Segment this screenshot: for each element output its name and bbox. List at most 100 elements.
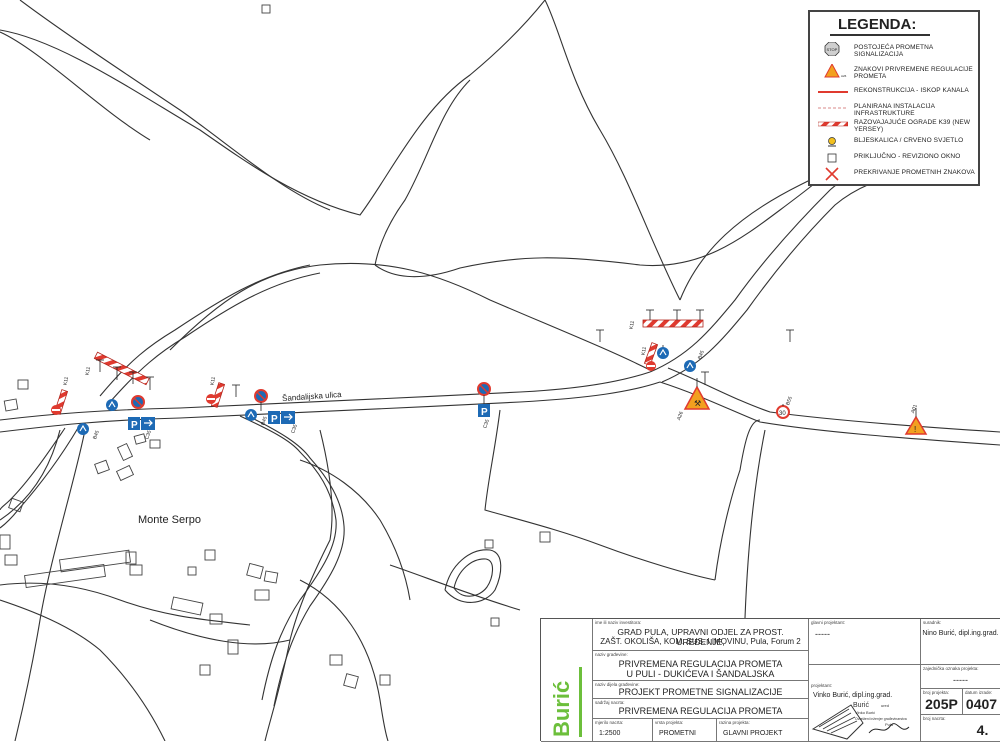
- investor-cell: ime ili naziv investitora: GRAD PULA, UP…: [593, 619, 809, 651]
- mandatory-direction-sign-icon: [657, 347, 669, 359]
- svg-text:Vinko Burić: Vinko Burić: [855, 710, 875, 715]
- scale-cell: mjerilo nacrta: 1:2500: [593, 719, 653, 742]
- no-entry-sign-icon: [51, 405, 61, 415]
- legend-item-label: PLANIRANA INSTALACIJA INFRASTRUKTURE: [854, 103, 935, 117]
- svg-text:A26: A26: [841, 74, 847, 78]
- stop-sign-icon: STOP: [824, 42, 840, 56]
- company-logo-cell: Burić: [541, 619, 593, 742]
- building-line-1: PRIVREMENA REGULACIJA PROMETA: [618, 659, 783, 669]
- date-value: 0407: [965, 696, 998, 712]
- project-level-caption: razina projekta:: [719, 720, 750, 725]
- svg-text:Burić: Burić: [853, 702, 869, 709]
- sheet-content-cell: sadržaj nacrta: PRIVREMENA REGULACIJA PR…: [593, 699, 809, 719]
- no-entry-sign-icon: [646, 361, 656, 371]
- svg-text:P: P: [481, 407, 488, 418]
- svg-text:Ovlašteni inženjer građevinars: Ovlašteni inženjer građevinarstva: [855, 717, 907, 721]
- no-stopping-sign-icon: [131, 395, 145, 409]
- legend-item-label: PRIKLJUČNO - REVIZIONO OKNO: [854, 153, 961, 160]
- roadwork-warning-sign-icon: ⚒: [683, 385, 711, 410]
- legend-item: REKONSTRUKCIJA - ISKOP KANALA: [814, 85, 978, 99]
- legend-item-label: REKONSTRUKCIJA - ISKOP KANALA: [854, 87, 969, 94]
- date-caption: datum izrade:: [965, 690, 993, 695]
- direction-signs: [77, 347, 696, 435]
- mandatory-direction-sign-icon: [684, 360, 696, 372]
- project-type-caption: vrsta projekta:: [655, 720, 684, 725]
- legend-title: LEGENDA:: [838, 16, 917, 33]
- legend-item: PREKRIVANJE PROMETNIH ZNAKOVA: [814, 167, 978, 181]
- chief-designer-cell: glavni projektant: -----: [809, 619, 921, 665]
- roadwork-warning-icon: A26: [824, 64, 847, 78]
- svg-text:ured: ured: [881, 703, 889, 708]
- project-part-cell: naziv dijela građevine: PROJEKT PROMETNE…: [593, 681, 809, 699]
- barrier-dashes: [818, 121, 848, 127]
- designer-caption: projektant:: [811, 683, 833, 688]
- no-stopping-sign-icon: [477, 382, 491, 396]
- sign-posts: [260, 345, 917, 417]
- title-block: Burić ime ili naziv investitora: GRAD PU…: [540, 618, 1000, 742]
- legend-item: STOP POSTOJEĆA PROMETNA SIGNALIZACIJA: [814, 42, 978, 58]
- associate-value: Nino Burić, dipl.ing.grad.: [922, 630, 999, 637]
- buildings: [0, 4, 551, 689]
- svg-text:STOP: STOP: [827, 47, 838, 52]
- sheet-number-cell: broj nacrta: 4.: [921, 715, 1000, 742]
- approval-cell: zajednička oznaka projekta: -----: [921, 665, 1000, 689]
- legend-item: RAZOVAJAJUĆE OGRADE K39 (NEW YERSEY): [814, 117, 978, 133]
- building-cell: naziv građevine: PRIVREMENA REGULACIJA P…: [593, 651, 809, 681]
- project-number-cell: broj projekta: 205P: [921, 689, 963, 715]
- project-type-cell: vrsta projekta: PROMETNI: [653, 719, 717, 742]
- parking-arrow-sign-icon: [141, 417, 155, 430]
- svg-text:Burić: Burić: [549, 681, 574, 737]
- legend-item: PLANIRANA INSTALACIJA INFRASTRUKTURE: [814, 101, 978, 117]
- svg-text:!: !: [914, 425, 916, 434]
- date-cell: datum izrade: 0407: [963, 689, 1000, 715]
- mandatory-direction-sign-icon: [106, 399, 118, 411]
- project-level-value: GLAVNI PROJEKT: [723, 730, 783, 737]
- svg-text:P: P: [271, 414, 278, 425]
- parking-sign-icon: P: [478, 404, 490, 418]
- project-number-value: 205P: [925, 696, 958, 712]
- investor-line-2: ZAŠT. OKOLIŠA, KOM. SUS. I IMOVINU, Pula…: [600, 637, 801, 646]
- no-entry-sign-icon: [206, 394, 216, 404]
- designer-cell: projektant: Vinko Burić, dipl.ing.grad. …: [809, 665, 921, 742]
- sheet-number-caption: broj nacrta:: [923, 716, 946, 721]
- warning-signs: ⚒ !: [683, 385, 928, 435]
- parking-sign-icon: P: [268, 411, 280, 425]
- associate-cell: suradnik: Nino Burić, dipl.ing.grad.: [921, 619, 1000, 665]
- legend-item-label: RAZOVAJAJUĆE OGRADE K39 (NEW YERSEY): [854, 119, 971, 133]
- legend-title-underline: [830, 34, 930, 36]
- svg-text:30: 30: [779, 411, 786, 417]
- associate-caption: suradnik:: [923, 620, 942, 625]
- speed-limit-sign-icon: 30: [776, 405, 790, 419]
- approval-value: -----: [953, 675, 968, 685]
- mandatory-direction-sign-icon: [245, 409, 257, 421]
- project-type-value: PROMETNI: [659, 730, 696, 737]
- svg-text:P: P: [131, 420, 138, 431]
- legend: LEGENDA: STOP POSTOJEĆA PROMETNA SIGNALI…: [808, 10, 980, 186]
- area-label: Monte Serpo: [138, 514, 201, 526]
- parking-sign-icon: P: [128, 417, 140, 431]
- project-number-caption: broj projekta:: [923, 690, 950, 695]
- barrier-k39: [642, 319, 704, 328]
- approval-caption: zajednička oznaka projekta:: [923, 666, 979, 671]
- scale-value: 1:2500: [599, 730, 621, 737]
- designer-stamp: Burić ured Vinko Burić Ovlašteni inženje…: [811, 702, 910, 740]
- building-caption: naziv građevine:: [595, 652, 628, 657]
- legend-item: A26 ZNAKOVI PRIVREMENE REGULACIJE PROMET…: [814, 64, 978, 80]
- sheet-content-caption: sadržaj nacrta:: [595, 700, 625, 705]
- scale-caption: mjerilo nacrta:: [595, 720, 624, 725]
- parking-arrow-sign-icon: [281, 411, 295, 424]
- barriers: [53, 319, 704, 415]
- sheet-number-value: 4.: [976, 722, 989, 738]
- no-stopping-sign-icon: [254, 389, 268, 403]
- investor-caption: ime ili naziv investitora:: [595, 620, 642, 625]
- legend-item: PRIKLJUČNO - REVIZIONO OKNO: [814, 151, 978, 165]
- company-logo: Burić: [549, 667, 582, 737]
- legend-item-label: POSTOJEĆA PROMETNA SIGNALIZACIJA: [854, 44, 933, 58]
- chief-designer-caption: glavni projektant:: [811, 620, 846, 625]
- dashed-line: [818, 107, 848, 109]
- red-cross-icon: [825, 167, 839, 181]
- legend-item-label: PREKRIVANJE PROMETNIH ZNAKOVA: [854, 169, 975, 176]
- warning-light-icon: [828, 137, 836, 147]
- project-part-value: PROJEKT PROMETNE SIGNALIZACIJE: [618, 687, 783, 697]
- project-level-cell: razina projekta: GLAVNI PROJEKT: [717, 719, 809, 742]
